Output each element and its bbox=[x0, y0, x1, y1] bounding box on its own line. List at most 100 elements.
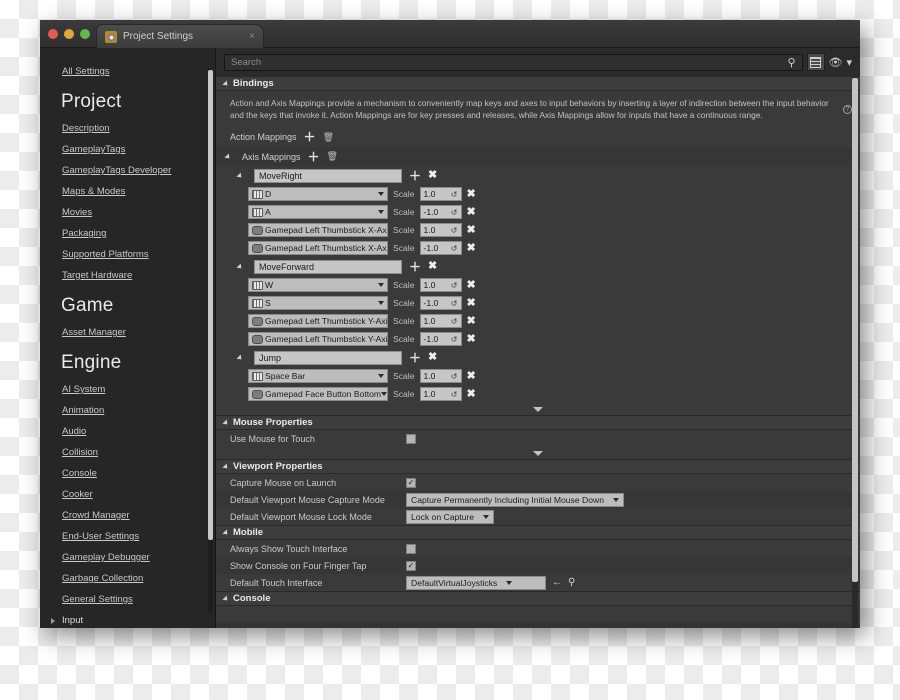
scale-input[interactable]: 1.0 ↺ bbox=[419, 369, 462, 384]
scale-input[interactable]: -1.0 ↺ bbox=[419, 205, 462, 220]
sidebar-item-all-settings[interactable]: All Settings bbox=[62, 66, 201, 77]
remove-key-button[interactable]: ✖ bbox=[467, 224, 476, 236]
add-axis-mapping-button[interactable]: ＋ bbox=[308, 151, 320, 163]
remove-key-button[interactable]: ✖ bbox=[467, 279, 476, 291]
checkbox[interactable] bbox=[406, 477, 416, 488]
axis-name-input[interactable]: Jump bbox=[254, 350, 402, 365]
browse-asset-icon[interactable]: ⚲ bbox=[568, 577, 575, 588]
revert-icon[interactable]: ↺ bbox=[451, 226, 458, 235]
maximize-window-button[interactable] bbox=[80, 29, 90, 39]
remove-axis-group-button[interactable]: ✖ bbox=[428, 261, 437, 272]
sidebar-item-movies[interactable]: Movies bbox=[62, 207, 201, 218]
search-input[interactable] bbox=[231, 56, 788, 68]
scale-input[interactable]: 1.0 ↺ bbox=[419, 223, 462, 238]
revert-icon[interactable]: ↺ bbox=[451, 208, 458, 217]
asset-picker[interactable]: DefaultVirtualJoysticks bbox=[406, 575, 546, 590]
revert-icon[interactable]: ↺ bbox=[451, 317, 458, 326]
sidebar-item-maps-modes[interactable]: Maps & Modes bbox=[62, 186, 201, 197]
remove-key-button[interactable]: ✖ bbox=[467, 370, 476, 382]
revert-icon[interactable]: ↺ bbox=[451, 372, 458, 381]
sidebar-item-garbage-collection[interactable]: Garbage Collection bbox=[62, 573, 201, 584]
sidebar-item-console[interactable]: Console bbox=[62, 468, 201, 479]
scale-input[interactable]: 1.0 ↺ bbox=[419, 387, 462, 402]
sidebar-item-cooker[interactable]: Cooker bbox=[62, 489, 201, 500]
scale-input[interactable]: 1.0 ↺ bbox=[419, 278, 462, 293]
search-box[interactable]: ⚲ bbox=[224, 53, 803, 71]
sidebar-item-ai-system[interactable]: AI System bbox=[62, 384, 201, 395]
key-select[interactable]: S bbox=[248, 296, 388, 311]
key-select[interactable]: Gamepad Left Thumbstick Y-Axis bbox=[248, 314, 388, 329]
remove-key-button[interactable]: ✖ bbox=[467, 206, 476, 218]
scale-input[interactable]: -1.0 ↺ bbox=[419, 296, 462, 311]
visibility-eye-icon[interactable]: 👁 bbox=[829, 56, 843, 69]
section-header-console[interactable]: Console bbox=[216, 591, 860, 607]
panel-scrollbar-thumb[interactable] bbox=[852, 78, 858, 582]
sidebar-item-asset-manager[interactable]: Asset Manager bbox=[62, 327, 201, 338]
magnifier-icon[interactable]: ⚲ bbox=[787, 56, 795, 69]
remove-key-button[interactable]: ✖ bbox=[467, 333, 476, 345]
revert-icon[interactable]: ↺ bbox=[451, 390, 458, 399]
remove-key-button[interactable]: ✖ bbox=[467, 388, 476, 400]
revert-icon[interactable]: ↺ bbox=[451, 281, 458, 290]
dropdown[interactable]: Capture Permanently Including Initial Mo… bbox=[406, 492, 624, 507]
revert-icon[interactable]: ↺ bbox=[451, 190, 458, 199]
bindings-expander[interactable] bbox=[216, 403, 860, 416]
remove-key-button[interactable]: ✖ bbox=[467, 242, 476, 254]
key-select[interactable]: D bbox=[248, 187, 388, 202]
section-header-mobile[interactable]: Mobile bbox=[216, 525, 860, 541]
remove-axis-group-button[interactable]: ✖ bbox=[428, 352, 437, 363]
close-window-button[interactable] bbox=[48, 29, 58, 39]
scale-input[interactable]: 1.0 ↺ bbox=[419, 314, 462, 329]
delete-action-mappings-button[interactable]: 🗑 bbox=[323, 132, 334, 143]
sidebar-item-description[interactable]: Description bbox=[62, 123, 201, 134]
dropdown[interactable]: Lock on Capture bbox=[406, 509, 495, 524]
remove-axis-group-button[interactable]: ✖ bbox=[428, 170, 437, 181]
checkbox[interactable] bbox=[406, 560, 416, 571]
add-key-button[interactable]: ＋ bbox=[409, 352, 421, 364]
key-select[interactable]: Gamepad Left Thumbstick X-Axis bbox=[248, 223, 388, 238]
sidebar-item-end-user-settings[interactable]: End-User Settings bbox=[62, 531, 201, 542]
remove-key-button[interactable]: ✖ bbox=[467, 188, 476, 200]
help-icon[interactable]: ? bbox=[843, 105, 852, 114]
checkbox[interactable] bbox=[406, 543, 416, 554]
key-select[interactable]: Gamepad Left Thumbstick X-Axis bbox=[248, 241, 388, 256]
key-select[interactable]: Gamepad Left Thumbstick Y-Axis bbox=[248, 332, 388, 347]
section-header-bindings[interactable]: Bindings bbox=[216, 76, 860, 91]
revert-icon[interactable]: ↺ bbox=[451, 244, 458, 253]
tab-project-settings[interactable]: Project Settings × bbox=[96, 24, 264, 48]
sidebar-item-packaging[interactable]: Packaging bbox=[62, 228, 201, 239]
key-select[interactable]: A bbox=[248, 205, 388, 220]
mouse-properties-expander[interactable] bbox=[216, 447, 860, 460]
sidebar-item-input[interactable]: Input bbox=[51, 615, 201, 626]
remove-key-button[interactable]: ✖ bbox=[467, 315, 476, 327]
close-icon[interactable]: × bbox=[249, 31, 255, 42]
sidebar-item-general-settings[interactable]: General Settings bbox=[62, 594, 201, 605]
sidebar-item-gameplay-debugger[interactable]: Gameplay Debugger bbox=[62, 552, 201, 563]
add-key-button[interactable]: ＋ bbox=[409, 170, 421, 182]
axis-name-input[interactable]: MoveRight bbox=[254, 168, 402, 183]
sidebar-item-animation[interactable]: Animation bbox=[62, 405, 201, 416]
key-select[interactable]: Space Bar bbox=[248, 369, 388, 384]
checkbox[interactable] bbox=[406, 433, 416, 444]
delete-axis-mappings-button[interactable]: 🗑 bbox=[327, 151, 338, 162]
remove-key-button[interactable]: ✖ bbox=[467, 297, 476, 309]
revert-icon[interactable]: ↺ bbox=[451, 335, 458, 344]
key-select[interactable]: Gamepad Face Button Bottom bbox=[248, 387, 388, 402]
section-header-viewport-properties[interactable]: Viewport Properties bbox=[216, 459, 860, 475]
use-selected-asset-icon[interactable]: ← bbox=[552, 577, 562, 588]
sidebar-item-collision[interactable]: Collision bbox=[62, 447, 201, 458]
sidebar-item-gameplaytags[interactable]: GameplayTags bbox=[62, 144, 201, 155]
sidebar-item-gameplaytags-developer[interactable]: GameplayTags Developer bbox=[62, 165, 201, 176]
sidebar-item-crowd-manager[interactable]: Crowd Manager bbox=[62, 510, 201, 521]
chevron-down-icon[interactable]: ▾ bbox=[846, 56, 852, 69]
scale-input[interactable]: -1.0 ↺ bbox=[419, 241, 462, 256]
sidebar-item-target-hardware[interactable]: Target Hardware bbox=[62, 270, 201, 281]
sidebar-item-supported-platforms[interactable]: Supported Platforms bbox=[62, 249, 201, 260]
add-key-button[interactable]: ＋ bbox=[409, 261, 421, 273]
scale-input[interactable]: -1.0 ↺ bbox=[419, 332, 462, 347]
key-select[interactable]: W bbox=[248, 278, 388, 293]
scale-input[interactable]: 1.0 ↺ bbox=[419, 187, 462, 202]
add-action-mapping-button[interactable]: ＋ bbox=[304, 131, 316, 143]
sidebar-scrollbar-thumb[interactable] bbox=[208, 70, 213, 540]
minimize-window-button[interactable] bbox=[64, 29, 74, 39]
